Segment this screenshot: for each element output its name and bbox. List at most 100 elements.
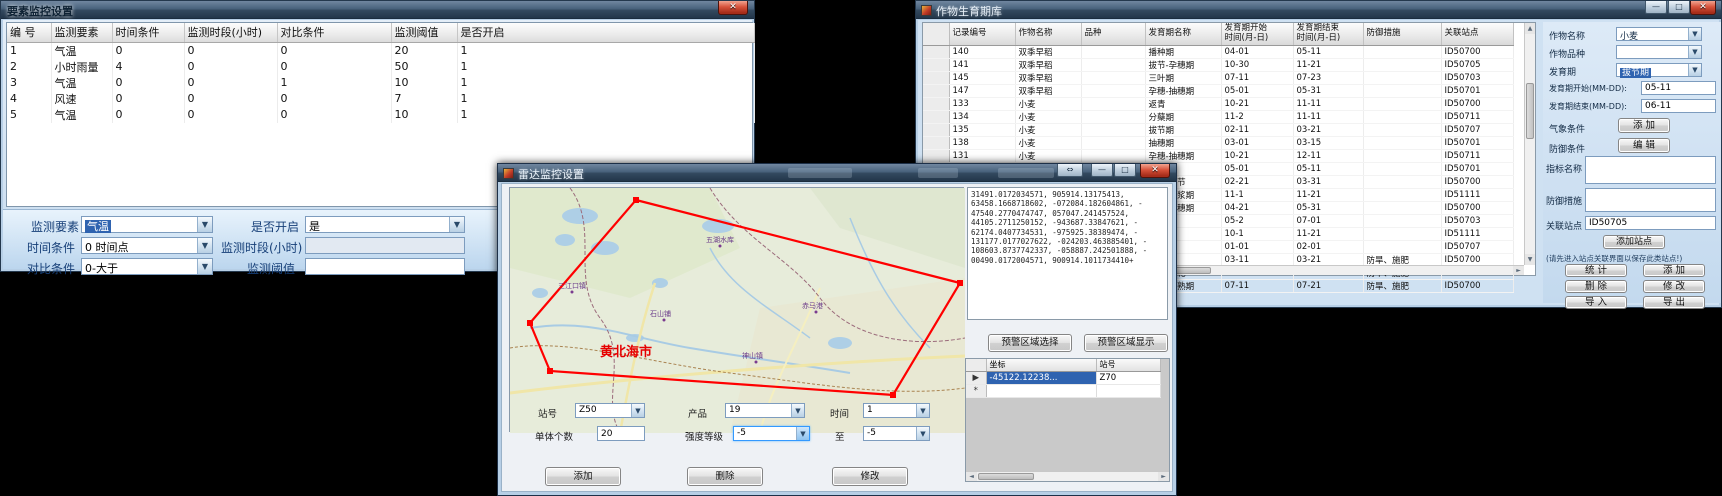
column-header[interactable]: 记录编号 — [949, 23, 1015, 45]
compare-dropdown[interactable]: 0-大于 ▼ — [81, 258, 213, 275]
scroll-right-icon[interactable]: ► — [1158, 472, 1169, 481]
minimize-icon[interactable]: — — [1091, 164, 1113, 177]
product-dropdown[interactable]: 19 ▼ — [725, 403, 805, 418]
add-button[interactable]: 添 加 — [1643, 264, 1705, 277]
column-header[interactable]: 编 号 — [7, 23, 51, 42]
vertical-scrollbar[interactable]: ▲ ▼ — [1524, 23, 1535, 265]
column-header[interactable]: 关联站点 — [1441, 23, 1513, 45]
period-end-field[interactable] — [1641, 99, 1716, 113]
to-level-dropdown[interactable]: -5 ▼ — [863, 426, 930, 441]
add-button[interactable]: 添加 — [545, 467, 621, 486]
column-header[interactable]: 监测时段(小时) — [184, 23, 277, 42]
scroll-left-icon[interactable]: ◄ — [966, 472, 977, 481]
measures-textarea[interactable] — [1585, 188, 1716, 212]
column-header[interactable]: 发育期开始 时间(月-日) — [1221, 23, 1293, 45]
stats-button[interactable]: 统 计 — [1565, 264, 1627, 277]
modify-button[interactable]: 修改 — [832, 467, 908, 486]
scroll-up-icon[interactable]: ▲ — [1525, 23, 1535, 34]
table-row[interactable]: ▶ -45122.12238... Z70 — [966, 371, 1160, 384]
close-icon[interactable]: ✕ — [718, 1, 748, 15]
table-row[interactable]: 131小麦孕穗-抽穗期10-2112-11ID50711 — [923, 149, 1513, 162]
table-row[interactable]: 135小麦拔节期02-1103-21ID50707 — [923, 123, 1513, 136]
element-dropdown[interactable]: 气温 ▼ — [81, 216, 213, 233]
region-coordinates-box[interactable]: 31491.0172034571, 905914.13175413, 63458… — [967, 187, 1168, 320]
map-canvas[interactable]: 五湖水库 三江口镇 石山铺 赤马港 神山镇 黄北海市 — [509, 187, 964, 432]
close-icon[interactable]: ✕ — [1140, 164, 1170, 178]
table-row[interactable]: 133小麦返青10-2111-11ID50700 — [923, 97, 1513, 110]
column-header[interactable]: 是否开启 — [457, 23, 754, 42]
indicator-textarea[interactable] — [1585, 156, 1716, 184]
column-header[interactable]: 时间条件 — [112, 23, 184, 42]
row-selector[interactable]: * — [966, 384, 986, 397]
column-header[interactable]: 监测要素 — [51, 23, 112, 42]
row-selector[interactable] — [923, 58, 949, 71]
modify-button[interactable]: 修 改 — [1643, 280, 1705, 293]
column-header[interactable]: 发育期名称 — [1145, 23, 1221, 45]
table-row[interactable]: 140双季早稻播种期04-0105-11ID50700 — [923, 45, 1513, 58]
table-row[interactable]: * — [966, 384, 1160, 397]
column-header[interactable]: 监测阈值 — [391, 23, 457, 42]
station-number-dropdown[interactable]: Z50 ▼ — [575, 403, 645, 418]
horizontal-scrollbar[interactable]: ◄ ► — [966, 471, 1169, 481]
column-header[interactable]: 发育期结束 时间(月-日) — [1293, 23, 1363, 45]
row-selector[interactable] — [923, 123, 949, 136]
column-header[interactable]: 对比条件 — [277, 23, 391, 42]
growth-period-dropdown[interactable]: 拔节期 ▼ — [1616, 63, 1702, 77]
table-row[interactable]: 5气温000101 — [7, 107, 754, 123]
row-selector[interactable] — [923, 97, 949, 110]
maximize-icon[interactable]: □ — [1114, 164, 1136, 177]
row-selector[interactable] — [923, 45, 949, 58]
row-selector[interactable] — [923, 71, 949, 84]
column-header[interactable]: 站号 — [1096, 359, 1160, 371]
row-selector[interactable]: ▶ — [966, 371, 986, 384]
intensity-level-dropdown[interactable]: -5 ▼ — [733, 426, 810, 441]
titlebar[interactable]: 雷达监控设置 ⇔ — □ ✕ — [498, 164, 1176, 182]
table-cell-selected[interactable]: -45122.12238... — [986, 371, 1096, 384]
time-condition-dropdown[interactable]: 0 时间点 ▼ — [81, 237, 213, 254]
table-row[interactable]: 3气温001101 — [7, 75, 754, 91]
table-row[interactable]: 2小时雨量400501 — [7, 59, 754, 75]
import-button[interactable]: 导 入 — [1565, 296, 1627, 309]
station-field[interactable] — [1585, 216, 1716, 230]
scroll-right-icon[interactable]: ► — [1513, 266, 1524, 275]
column-header[interactable]: 防御措施 — [1363, 23, 1441, 45]
scroll-down-icon[interactable]: ▼ — [1525, 254, 1535, 265]
row-selector[interactable] — [923, 149, 949, 162]
table-row[interactable]: 4风速00071 — [7, 91, 754, 107]
add-station-button[interactable]: 添加站点 — [1603, 235, 1665, 249]
table-row[interactable]: 1气温000201 — [7, 42, 754, 59]
titlebar[interactable]: 要素监控设置 ✕ — [1, 1, 754, 19]
scrollbar-thumb[interactable] — [978, 473, 1034, 480]
crop-name-dropdown[interactable]: 小麦 ▼ — [1616, 27, 1702, 41]
scrollbar-thumb[interactable] — [1526, 83, 1534, 139]
show-warning-area-button[interactable]: 预警区域显示 — [1084, 334, 1168, 352]
cell-count-field[interactable] — [597, 426, 645, 441]
table-row[interactable]: 138小麦抽穗期03-0103-15ID50701 — [923, 136, 1513, 149]
column-header[interactable]: 作物名称 — [1015, 23, 1081, 45]
select-warning-area-button[interactable]: 预警区域选择 — [988, 334, 1072, 352]
row-selector[interactable] — [923, 84, 949, 97]
column-header[interactable]: 品种 — [1081, 23, 1145, 45]
variety-dropdown[interactable]: ▼ — [1616, 45, 1702, 59]
table-row[interactable]: 145双季早稻三叶期07-1107-23ID50703 — [923, 71, 1513, 84]
period-field[interactable] — [305, 237, 465, 254]
table-row[interactable]: 134小麦分蘖期11-211-11ID50711 — [923, 110, 1513, 123]
enabled-dropdown[interactable]: 是 ▼ — [305, 216, 465, 233]
maximize-icon[interactable]: □ — [1668, 1, 1690, 14]
row-selector[interactable] — [923, 110, 949, 123]
defense-edit-button[interactable]: 编 辑 — [1618, 138, 1670, 153]
export-button[interactable]: 导 出 — [1643, 296, 1705, 309]
minimize-icon[interactable]: — — [1645, 1, 1667, 14]
row-selector[interactable] — [923, 136, 949, 149]
close-icon[interactable]: ✕ — [1690, 1, 1716, 15]
resize-icon[interactable]: ⇔ — [1057, 164, 1083, 177]
table-row[interactable]: 141双季早稻拔节-孕穗期10-3011-21ID50705 — [923, 58, 1513, 71]
delete-button[interactable]: 删 除 — [1565, 280, 1627, 293]
weather-add-button[interactable]: 添 加 — [1618, 118, 1670, 133]
titlebar[interactable]: 作物生育期库 — □ ✕ — [916, 1, 1721, 19]
time-dropdown[interactable]: 1 ▼ — [863, 403, 930, 418]
column-header[interactable]: 坐标 — [986, 359, 1096, 371]
period-start-field[interactable] — [1641, 81, 1716, 95]
threshold-field[interactable] — [305, 258, 465, 275]
delete-button[interactable]: 删除 — [687, 467, 763, 486]
